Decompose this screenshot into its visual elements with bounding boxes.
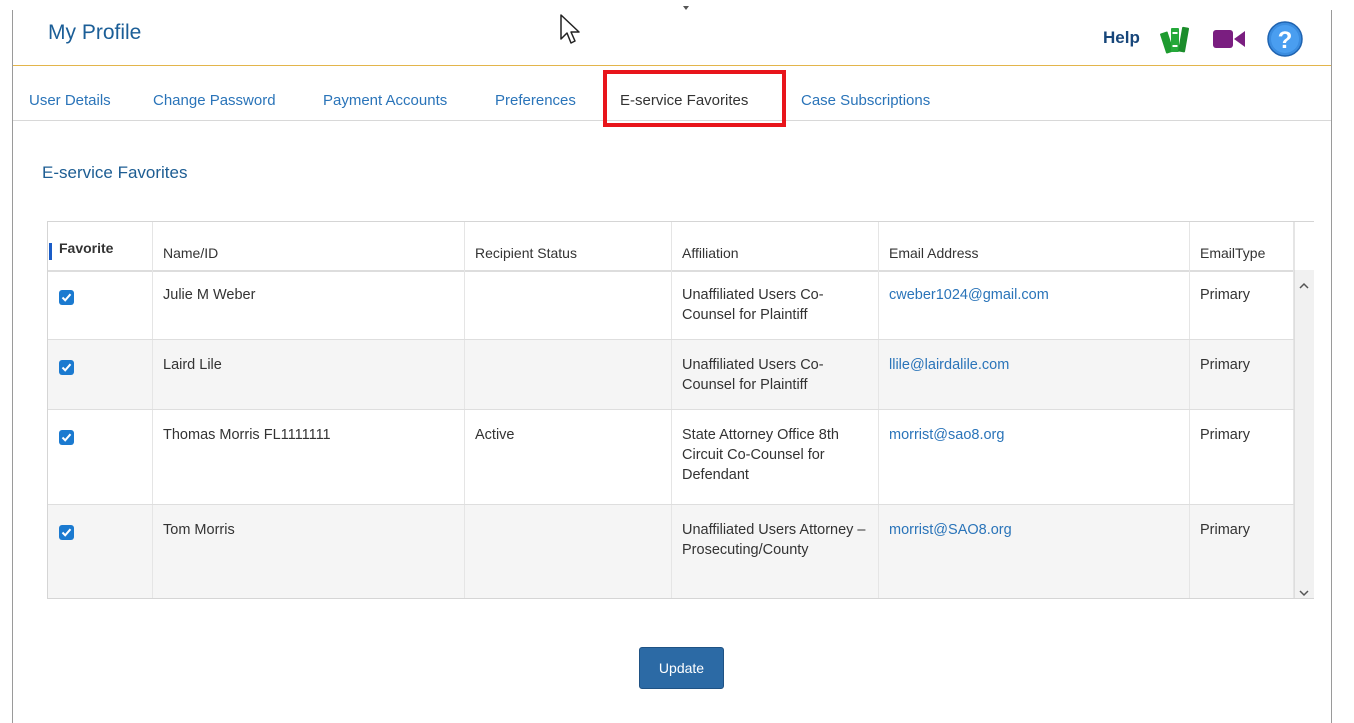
question-icon[interactable]: ? (1267, 21, 1303, 62)
name-cell: Laird Lile (153, 340, 465, 409)
tab-case-subscriptions[interactable]: Case Subscriptions (801, 66, 930, 120)
mouse-cursor-icon (559, 13, 581, 52)
table-row: Thomas Morris FL1111111 Active State Att… (48, 410, 1294, 505)
name-cell: Julie M Weber (153, 270, 465, 339)
books-icon[interactable] (1160, 23, 1190, 60)
email-type-cell: Primary (1190, 270, 1294, 339)
column-header-email-type[interactable]: EmailType (1190, 222, 1294, 270)
scrollbar-header (1294, 222, 1314, 270)
column-header-email[interactable]: Email Address (879, 222, 1190, 270)
name-cell: Thomas Morris FL1111111 (153, 410, 465, 504)
email-type-cell: Primary (1190, 505, 1294, 598)
email-link[interactable]: morrist@SAO8.org (879, 505, 1190, 598)
email-link[interactable]: llile@lairdalile.com (879, 340, 1190, 409)
favorite-cell (48, 410, 153, 504)
name-cell: Tom Morris (153, 505, 465, 598)
favorite-checkbox[interactable] (59, 360, 74, 375)
caret-icon (683, 6, 689, 10)
favorite-checkbox[interactable] (59, 525, 74, 540)
section-title: E-service Favorites (42, 163, 188, 182)
affiliation-cell: Unaffiliated Users Attorney – Prosecutin… (672, 505, 879, 598)
favorite-checkbox[interactable] (59, 290, 74, 305)
affiliation-cell: Unaffiliated Users Co-Counsel for Plaint… (672, 270, 879, 339)
email-type-cell: Primary (1190, 410, 1294, 504)
tab-preferences[interactable]: Preferences (495, 66, 576, 120)
page-title: My Profile (48, 21, 142, 44)
tab-user-details[interactable]: User Details (29, 66, 111, 120)
favorite-cell (48, 340, 153, 409)
status-cell: Active (465, 410, 672, 504)
column-header-favorite[interactable]: Favorite (48, 222, 153, 270)
email-link[interactable]: morrist@sao8.org (879, 410, 1190, 504)
svg-text:?: ? (1278, 27, 1293, 54)
column-header-name[interactable]: Name/ID (153, 222, 465, 270)
column-header-recipient-status[interactable]: Recipient Status (465, 222, 672, 270)
table-header: Favorite Name/ID Recipient Status Affili… (48, 222, 1294, 272)
status-cell (465, 340, 672, 409)
favorite-cell (48, 270, 153, 339)
scroll-up-icon[interactable] (1299, 276, 1309, 294)
update-button[interactable]: Update (639, 647, 724, 689)
sort-indicator (49, 243, 52, 260)
affiliation-cell: Unaffiliated Users Co-Counsel for Plaint… (672, 340, 879, 409)
table-scrollbar[interactable] (1294, 270, 1314, 598)
table-row: Julie M Weber Unaffiliated Users Co-Coun… (48, 270, 1294, 340)
tab-payment-accounts[interactable]: Payment Accounts (323, 66, 447, 120)
help-link[interactable]: Help (1103, 28, 1140, 48)
favorite-cell (48, 505, 153, 598)
table-row: Laird Lile Unaffiliated Users Co-Counsel… (48, 340, 1294, 410)
status-cell (465, 270, 672, 339)
email-type-cell: Primary (1190, 340, 1294, 409)
frame-right-border (1331, 10, 1332, 723)
profile-header: My Profile Help ? (13, 12, 1331, 66)
scroll-down-icon[interactable] (1299, 584, 1309, 602)
column-header-affiliation[interactable]: Affiliation (672, 222, 879, 270)
table-row: Tom Morris Unaffiliated Users Attorney –… (48, 505, 1294, 598)
tab-highlight-box (603, 70, 786, 127)
tab-change-password[interactable]: Change Password (153, 66, 276, 120)
affiliation-cell: State Attorney Office 8th Circuit Co-Cou… (672, 410, 879, 504)
status-cell (465, 505, 672, 598)
video-camera-icon[interactable] (1212, 28, 1246, 55)
favorite-checkbox[interactable] (59, 430, 74, 445)
favorites-table: Favorite Name/ID Recipient Status Affili… (47, 221, 1314, 599)
email-link[interactable]: cweber1024@gmail.com (879, 270, 1190, 339)
